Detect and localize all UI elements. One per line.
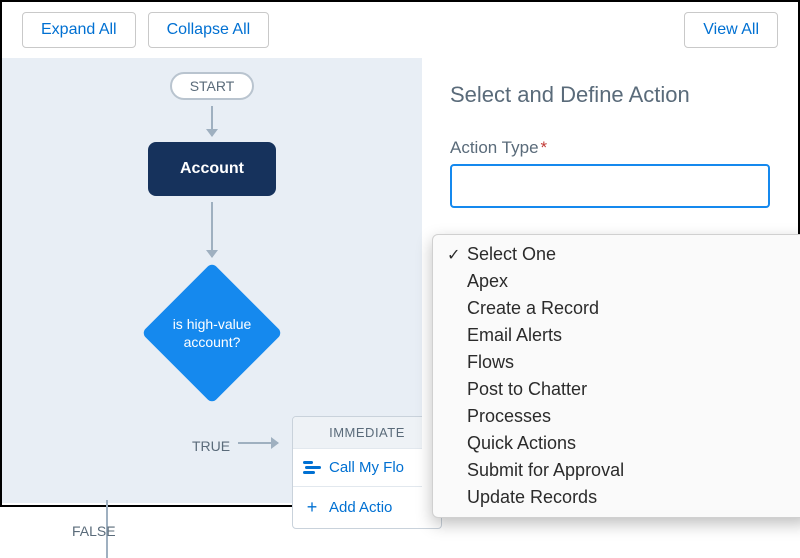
dropdown-option-create-record[interactable]: Create a Record [433,295,800,322]
add-action-label: Add Actio [329,499,392,516]
actions-header: IMMEDIATE [293,417,441,448]
action-type-dropdown: ✓Select One Apex Create a Record Email A… [432,234,800,518]
true-branch-label: TRUE [192,438,230,454]
process-canvas: START Account is high-value account? TRU… [2,58,422,503]
collapse-all-button[interactable]: Collapse All [148,12,270,48]
immediate-actions-card: IMMEDIATE Call My Flo + Add Actio [292,416,442,529]
required-indicator: * [541,138,548,157]
expand-all-button[interactable]: Expand All [22,12,136,48]
dropdown-option-select-one[interactable]: ✓Select One [433,241,800,268]
start-node[interactable]: START [170,72,254,100]
action-config-panel: Select and Define Action Action Type* ✓S… [422,58,798,503]
dropdown-option-quick-actions[interactable]: Quick Actions [433,430,800,457]
check-icon: ✓ [447,245,467,265]
action-label: Call My Flo [329,459,404,476]
false-branch-label: FALSE [72,523,116,539]
action-item[interactable]: Call My Flo [293,448,441,486]
action-type-label: Action Type* [450,138,770,158]
dropdown-option-processes[interactable]: Processes [433,403,800,430]
arrow-icon [238,442,278,444]
flow-icon [303,461,321,475]
object-node[interactable]: Account [148,142,276,196]
decision-label: is high-value account? [142,263,282,403]
action-type-select[interactable] [450,164,770,208]
toolbar: Expand All Collapse All View All [2,2,798,58]
decision-node[interactable]: is high-value account? [142,263,282,403]
dropdown-option-post-to-chatter[interactable]: Post to Chatter [433,376,800,403]
dropdown-option-apex[interactable]: Apex [433,268,800,295]
dropdown-option-submit-approval[interactable]: Submit for Approval [433,457,800,484]
plus-icon: + [303,497,321,518]
dropdown-option-flows[interactable]: Flows [433,349,800,376]
arrow-icon [211,202,213,257]
dropdown-option-email-alerts[interactable]: Email Alerts [433,322,800,349]
panel-title: Select and Define Action [450,82,770,108]
view-all-button[interactable]: View All [684,12,778,48]
arrow-icon [211,106,213,136]
add-action-button[interactable]: + Add Actio [293,486,441,528]
